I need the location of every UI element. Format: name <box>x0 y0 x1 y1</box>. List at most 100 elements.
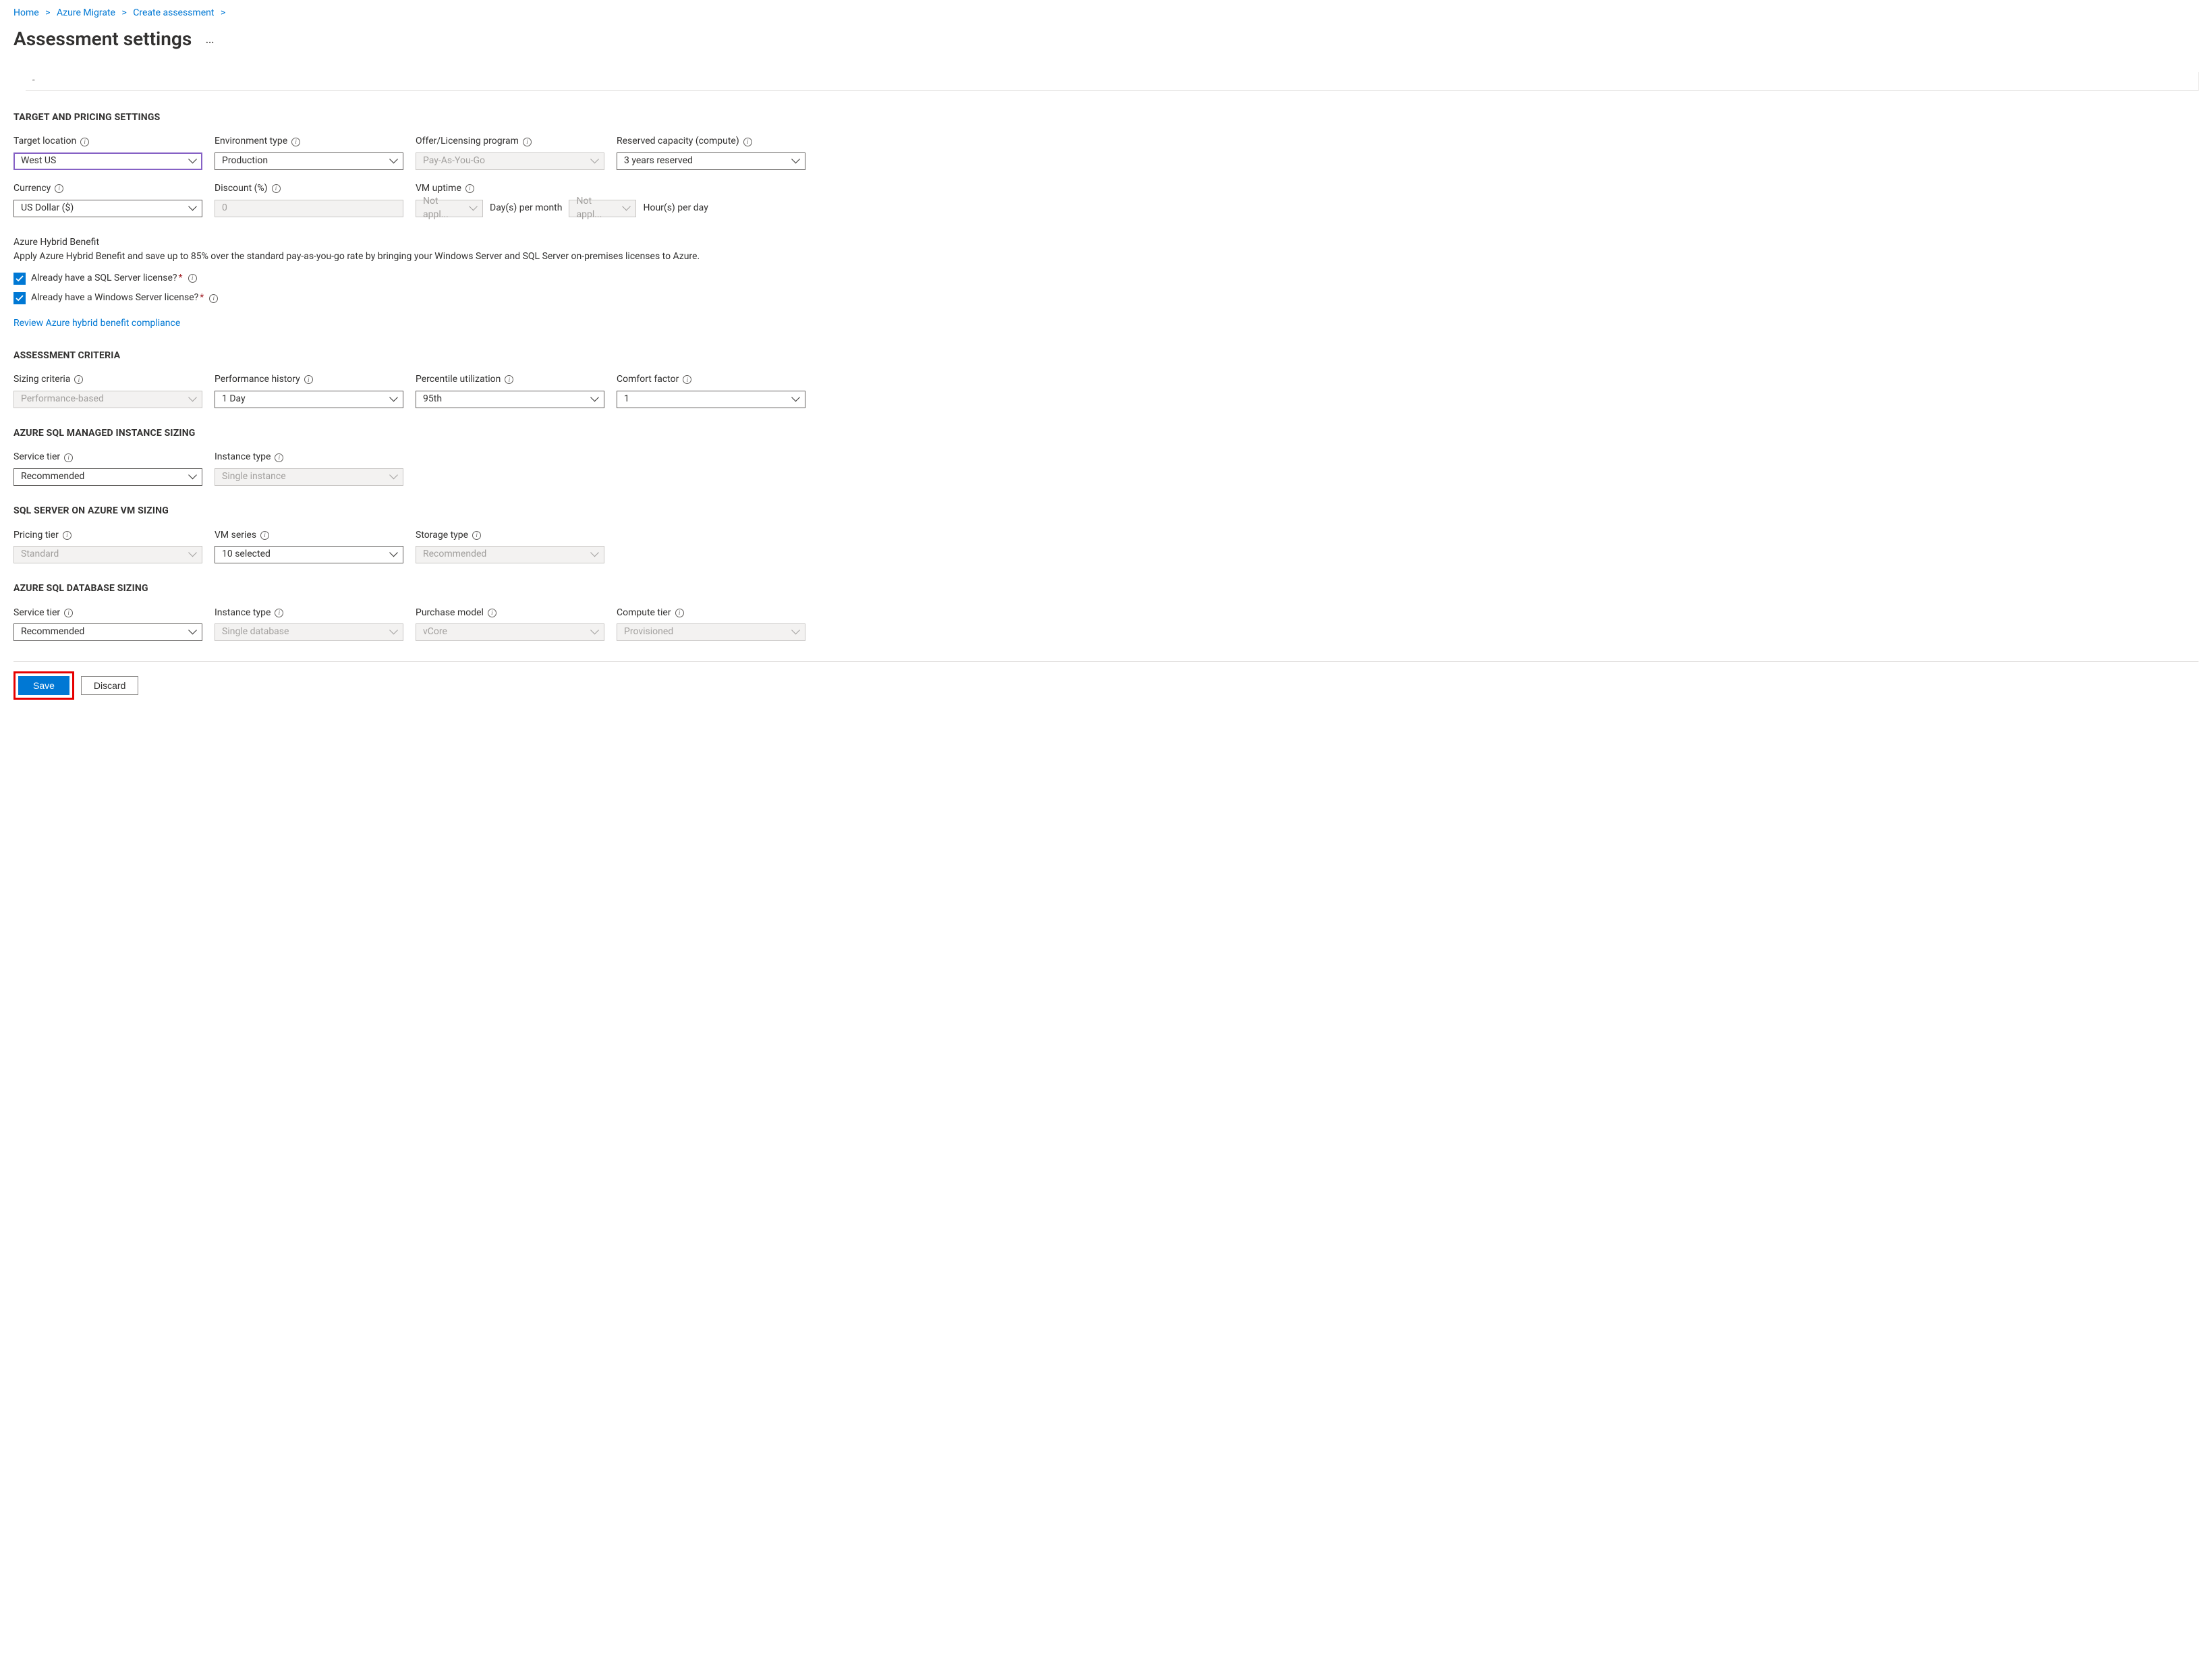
db-service-tier-select[interactable]: Recommended <box>13 623 202 641</box>
section-target-pricing: TARGET AND PRICING SETTINGS <box>13 111 2199 125</box>
hybrid-benefit-title: Azure Hybrid Benefit <box>13 236 2199 250</box>
target-location-select[interactable]: West US <box>13 152 202 170</box>
label-sizing-criteria: Sizing criteria <box>13 373 70 387</box>
info-icon[interactable]: i <box>74 375 83 384</box>
chevron-down-icon <box>190 630 196 637</box>
info-icon[interactable]: i <box>472 531 481 540</box>
info-icon[interactable]: i <box>260 531 269 540</box>
chevron-down-icon <box>793 630 799 637</box>
hybrid-compliance-link[interactable]: Review Azure hybrid benefit compliance <box>13 317 180 331</box>
chevron-down-icon <box>470 206 477 213</box>
info-icon[interactable]: i <box>465 184 474 193</box>
label-db-purchase-model: Purchase model <box>416 607 484 620</box>
label-performance-history: Performance history <box>215 373 300 387</box>
vm-storage-type-select: Recommended <box>416 546 604 563</box>
mi-instance-type-select: Single instance <box>215 468 403 486</box>
vm-uptime-days-unit: Day(s) per month <box>490 202 562 215</box>
info-icon[interactable]: i <box>291 138 300 146</box>
info-icon[interactable]: i <box>488 609 497 617</box>
environment-type-select[interactable]: Production <box>215 152 403 170</box>
label-db-instance-type: Instance type <box>215 607 271 620</box>
label-vm-pricing-tier: Pricing tier <box>13 529 59 542</box>
label-vm-series: VM series <box>215 529 256 542</box>
label-db-service-tier: Service tier <box>13 607 60 620</box>
section-sql-vm-sizing: SQL SERVER ON AZURE VM SIZING <box>13 505 2199 518</box>
chevron-down-icon <box>592 397 598 403</box>
label-environment-type: Environment type <box>215 135 287 148</box>
info-icon[interactable]: i <box>523 138 532 146</box>
section-sql-mi-sizing: AZURE SQL MANAGED INSTANCE SIZING <box>13 427 2199 441</box>
chevron-down-icon <box>623 206 630 213</box>
label-mi-service-tier: Service tier <box>13 451 60 464</box>
label-windows-license[interactable]: Already have a Windows Server license?* <box>31 291 204 305</box>
label-db-compute-tier: Compute tier <box>617 607 671 620</box>
chevron-down-icon <box>391 474 397 481</box>
sizing-criteria-select: Performance-based <box>13 391 202 408</box>
db-instance-type-select: Single database <box>215 623 403 641</box>
discard-button[interactable]: Discard <box>81 676 138 695</box>
currency-select[interactable]: US Dollar ($) <box>13 200 202 217</box>
vm-series-select[interactable]: 10 selected <box>215 546 403 563</box>
percentile-utilization-select[interactable]: 95th <box>416 391 604 408</box>
vm-uptime-hours-unit: Hour(s) per day <box>643 202 708 215</box>
info-icon[interactable]: i <box>80 138 89 146</box>
performance-history-select[interactable]: 1 Day <box>215 391 403 408</box>
info-icon[interactable]: i <box>272 184 281 193</box>
breadcrumb-sep: > <box>121 7 126 18</box>
chevron-down-icon <box>190 474 196 481</box>
info-icon[interactable]: i <box>63 531 72 540</box>
hybrid-benefit-desc: Apply Azure Hybrid Benefit and save up t… <box>13 250 2199 264</box>
breadcrumb-azure-migrate[interactable]: Azure Migrate <box>57 7 115 18</box>
info-icon[interactable]: i <box>188 274 197 283</box>
offer-program-select: Pay-As-You-Go <box>416 152 604 170</box>
breadcrumb-sep: > <box>221 7 225 18</box>
db-purchase-model-select: vCore <box>416 623 604 641</box>
save-button[interactable]: Save <box>18 676 69 695</box>
label-vm-storage-type: Storage type <box>416 529 468 542</box>
label-comfort-factor: Comfort factor <box>617 373 679 387</box>
info-icon[interactable]: i <box>275 609 283 617</box>
collapsed-upper-section: " <box>26 72 2199 91</box>
breadcrumb-home[interactable]: Home <box>13 7 39 18</box>
info-icon[interactable]: i <box>275 453 283 462</box>
chevron-down-icon <box>391 553 397 559</box>
comfort-factor-select[interactable]: 1 <box>617 391 805 408</box>
chevron-down-icon <box>592 553 598 559</box>
info-icon[interactable]: i <box>209 294 218 303</box>
chevron-down-icon <box>190 553 196 559</box>
checkbox-sql-license[interactable] <box>13 273 26 285</box>
chevron-down-icon <box>391 397 397 403</box>
info-icon[interactable]: i <box>55 184 63 193</box>
info-icon[interactable]: i <box>64 609 73 617</box>
label-offer-program: Offer/Licensing program <box>416 135 519 148</box>
vm-pricing-tier-select: Standard <box>13 546 202 563</box>
section-sql-db-sizing: AZURE SQL DATABASE SIZING <box>13 582 2199 596</box>
vm-uptime-days-select: Not appl... <box>416 200 483 217</box>
label-sql-license[interactable]: Already have a SQL Server license?* <box>31 272 183 285</box>
chevron-down-icon <box>391 630 397 637</box>
info-icon[interactable]: i <box>505 375 513 384</box>
section-assessment-criteria: ASSESSMENT CRITERIA <box>13 350 2199 363</box>
reserved-capacity-select[interactable]: 3 years reserved <box>617 152 805 170</box>
label-currency: Currency <box>13 182 51 196</box>
checkbox-windows-license[interactable] <box>13 292 26 304</box>
info-icon[interactable]: i <box>64 453 73 462</box>
chevron-down-icon <box>592 159 598 165</box>
more-actions-icon[interactable]: … <box>205 29 215 48</box>
info-icon[interactable]: i <box>675 609 684 617</box>
info-icon[interactable]: i <box>304 375 313 384</box>
discount-input: 0 <box>215 200 403 217</box>
label-percentile-utilization: Percentile utilization <box>416 373 501 387</box>
footer-bar: Save Discard <box>13 661 2199 700</box>
breadcrumb-create-assessment[interactable]: Create assessment <box>133 7 214 18</box>
info-icon[interactable]: i <box>743 138 752 146</box>
chevron-down-icon <box>190 206 196 213</box>
chevron-down-icon <box>793 159 799 165</box>
chevron-down-icon <box>793 397 799 403</box>
info-icon[interactable]: i <box>683 375 691 384</box>
checkmark-icon <box>16 294 24 302</box>
db-compute-tier-select: Provisioned <box>617 623 805 641</box>
mi-service-tier-select[interactable]: Recommended <box>13 468 202 486</box>
page-title: Assessment settings <box>13 26 192 52</box>
chevron-down-icon <box>190 159 196 165</box>
